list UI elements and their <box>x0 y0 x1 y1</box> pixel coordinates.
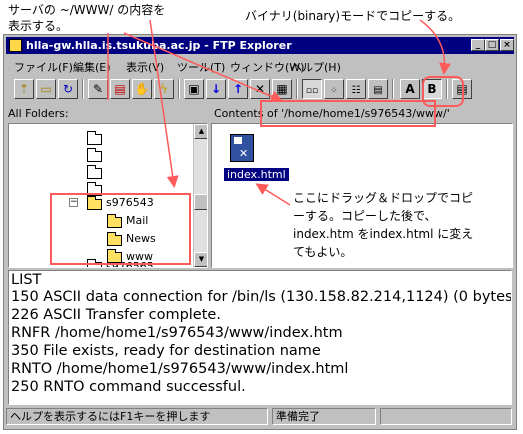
arrow-to-file <box>255 183 291 206</box>
annotation-arrows <box>107 19 452 206</box>
arrow-to-contents-path <box>123 32 283 102</box>
arrow-to-www-folder <box>149 19 179 188</box>
arrow-to-binary-button <box>419 19 452 75</box>
